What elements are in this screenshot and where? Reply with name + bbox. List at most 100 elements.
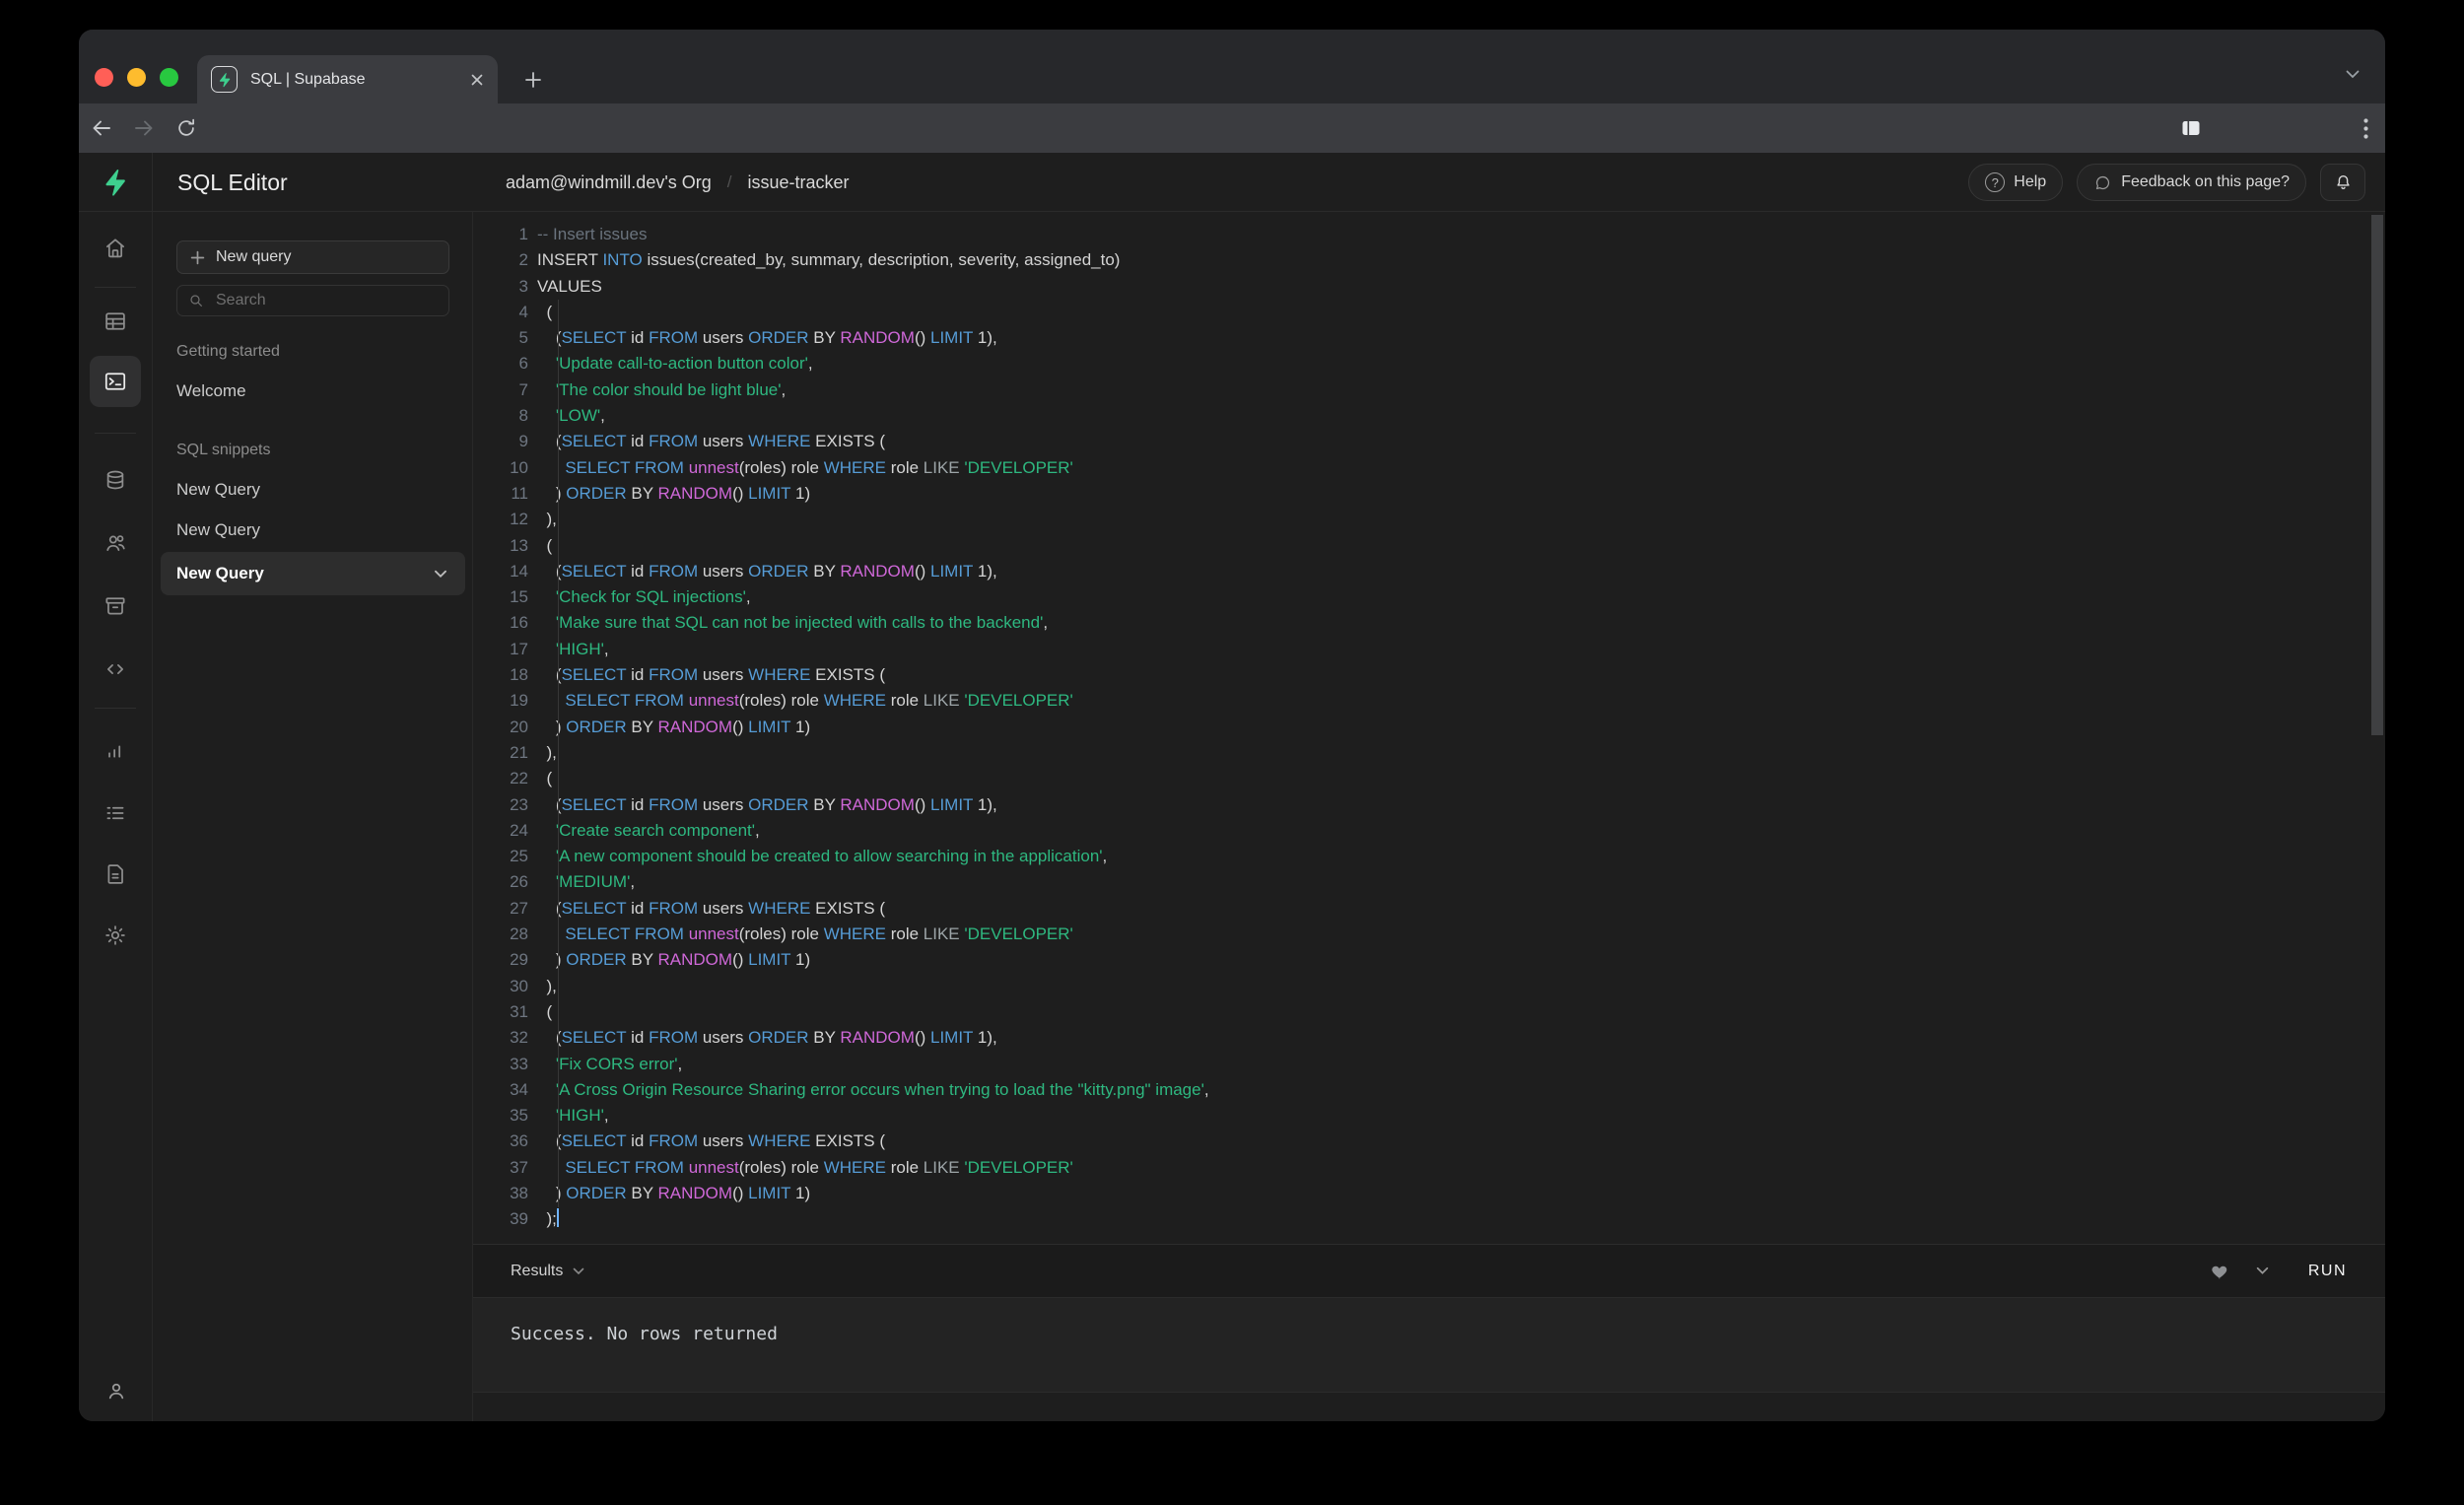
line-number: 14 — [510, 561, 528, 581]
code-line[interactable]: 22 ( — [473, 766, 2385, 791]
snippet-search[interactable] — [176, 285, 449, 316]
code-line[interactable]: 18 (SELECT id FROM users WHERE EXISTS ( — [473, 662, 2385, 688]
code-line[interactable]: 26 'MEDIUM', — [473, 869, 2385, 895]
code-line[interactable]: 21 ), — [473, 740, 2385, 766]
code-line[interactable]: 10 SELECT FROM unnest(roles) role WHERE … — [473, 455, 2385, 481]
tab-close-button[interactable] — [470, 73, 484, 87]
code-line[interactable]: 36 (SELECT id FROM users WHERE EXISTS ( — [473, 1129, 2385, 1154]
favorite-button[interactable] — [2210, 1262, 2230, 1280]
code-line[interactable]: 6 'Update call-to-action button color', — [473, 351, 2385, 376]
zoom-window-button[interactable] — [160, 68, 178, 87]
nav-settings[interactable] — [96, 916, 135, 955]
supabase-bolt-icon — [219, 72, 230, 87]
code-line[interactable]: 1 -- Insert issues — [473, 222, 2385, 247]
nav-home[interactable] — [96, 229, 135, 268]
line-number: 22 — [510, 769, 528, 788]
rail-divider — [95, 708, 136, 709]
breadcrumb-project[interactable]: issue-tracker — [748, 172, 850, 193]
nav-edge-functions[interactable] — [96, 650, 135, 689]
new-tab-button[interactable] — [515, 62, 551, 98]
back-button[interactable] — [90, 116, 113, 140]
forward-button[interactable] — [132, 116, 156, 140]
breadcrumb-org[interactable]: adam@windmill.dev's Org — [506, 172, 712, 193]
tab-search-button[interactable] — [2338, 59, 2367, 89]
code-line[interactable]: 19 SELECT FROM unnest(roles) role WHERE … — [473, 688, 2385, 714]
line-text: SELECT FROM unnest(roles) role WHERE rol… — [565, 691, 1073, 711]
code-line[interactable]: 9 (SELECT id FROM users WHERE EXISTS ( — [473, 429, 2385, 454]
code-line[interactable]: 30 ), — [473, 974, 2385, 999]
code-line[interactable]: 29 ) ORDER BY RANDOM() LIMIT 1) — [473, 947, 2385, 973]
code-line[interactable]: 12 ), — [473, 507, 2385, 532]
code-line[interactable]: 11 ) ORDER BY RANDOM() LIMIT 1) — [473, 481, 2385, 507]
run-button[interactable]: RUN — [2294, 1263, 2361, 1280]
code-line[interactable]: 4 ( — [473, 300, 2385, 325]
code-line[interactable]: 8 'LOW', — [473, 403, 2385, 429]
snippet-item-selected[interactable]: New Query — [161, 552, 465, 595]
snippet-item[interactable]: New Query — [176, 520, 448, 540]
line-number: 27 — [510, 898, 528, 918]
line-text: 'A new component should be created to al… — [555, 847, 1108, 866]
line-number: 10 — [510, 457, 528, 477]
code-line[interactable]: 39 ); — [473, 1206, 2385, 1232]
editor-scrollbar-thumb[interactable] — [2371, 215, 2383, 735]
browser-menu-button[interactable] — [2354, 116, 2377, 140]
run-options-button[interactable] — [2256, 1266, 2269, 1275]
reload-icon — [178, 118, 195, 136]
code-line[interactable]: 35 'HIGH', — [473, 1103, 2385, 1129]
code-line[interactable]: 3 VALUES — [473, 274, 2385, 300]
nav-reports[interactable] — [96, 730, 135, 770]
code-lines: 1 -- Insert issues 2 INSERT INTO issues(cre… — [473, 212, 2385, 1233]
side-panel-button[interactable] — [2179, 116, 2203, 140]
line-number: 16 — [510, 613, 528, 633]
nav-sql-editor[interactable] — [90, 356, 141, 407]
search-input[interactable] — [214, 291, 411, 310]
code-line[interactable]: 25 'A new component should be created to… — [473, 844, 2385, 869]
help-button[interactable]: ? Help — [1968, 164, 2064, 201]
code-line[interactable]: 17 'HIGH', — [473, 637, 2385, 662]
nav-auth[interactable] — [96, 523, 135, 563]
code-line[interactable]: 33 'Fix CORS error', — [473, 1052, 2385, 1077]
line-number: 21 — [510, 742, 528, 762]
nav-table-editor[interactable] — [96, 302, 135, 341]
results-dropdown[interactable]: Results — [511, 1263, 584, 1280]
supabase-logo[interactable] — [79, 153, 153, 212]
browser-tab[interactable]: SQL | Supabase — [197, 55, 498, 103]
nav-database[interactable] — [96, 460, 135, 500]
code-line[interactable]: 38 ) ORDER BY RANDOM() LIMIT 1) — [473, 1181, 2385, 1206]
code-line[interactable]: 32 (SELECT id FROM users ORDER BY RANDOM… — [473, 1025, 2385, 1051]
code-line[interactable]: 5 (SELECT id FROM users ORDER BY RANDOM(… — [473, 325, 2385, 351]
nav-logs[interactable] — [96, 793, 135, 833]
reload-button[interactable] — [174, 116, 198, 140]
feedback-button[interactable]: Feedback on this page? — [2077, 164, 2306, 201]
code-editor[interactable]: 1 -- Insert issues 2 INSERT INTO issues(cre… — [473, 212, 2385, 1244]
close-window-button[interactable] — [95, 68, 113, 87]
line-text: 'Update call-to-action button color', — [555, 354, 813, 374]
snippet-item[interactable]: New Query — [176, 480, 448, 500]
minimize-window-button[interactable] — [127, 68, 146, 87]
line-number: 31 — [510, 1001, 528, 1021]
code-line[interactable]: 13 ( — [473, 533, 2385, 559]
account-button[interactable] — [79, 1378, 153, 1403]
line-number: 6 — [518, 354, 528, 374]
chevron-down-icon[interactable] — [434, 570, 447, 579]
code-line[interactable]: 2 INSERT INTO issues(created_by, summary,… — [473, 247, 2385, 273]
line-number: 36 — [510, 1131, 528, 1151]
line-number: 4 — [518, 302, 528, 321]
code-line[interactable]: 16 'Make sure that SQL can not be inject… — [473, 610, 2385, 636]
code-line[interactable]: 24 'Create search component', — [473, 818, 2385, 844]
code-line[interactable]: 31 ( — [473, 999, 2385, 1025]
code-line[interactable]: 37 SELECT FROM unnest(roles) role WHERE … — [473, 1155, 2385, 1181]
code-line[interactable]: 7 'The color should be light blue', — [473, 377, 2385, 403]
snippet-item[interactable]: Welcome — [176, 381, 448, 401]
code-line[interactable]: 15 'Check for SQL injections', — [473, 584, 2385, 610]
code-line[interactable]: 14 (SELECT id FROM users ORDER BY RANDOM… — [473, 559, 2385, 584]
code-line[interactable]: 27 (SELECT id FROM users WHERE EXISTS ( — [473, 896, 2385, 922]
notifications-button[interactable] — [2320, 164, 2365, 201]
new-query-button[interactable]: New query — [176, 240, 449, 274]
code-line[interactable]: 28 SELECT FROM unnest(roles) role WHERE … — [473, 922, 2385, 947]
nav-storage[interactable] — [96, 586, 135, 626]
code-line[interactable]: 23 (SELECT id FROM users ORDER BY RANDOM… — [473, 792, 2385, 818]
code-line[interactable]: 20 ) ORDER BY RANDOM() LIMIT 1) — [473, 715, 2385, 740]
nav-api-docs[interactable] — [96, 855, 135, 894]
code-line[interactable]: 34 'A Cross Origin Resource Sharing erro… — [473, 1077, 2385, 1103]
